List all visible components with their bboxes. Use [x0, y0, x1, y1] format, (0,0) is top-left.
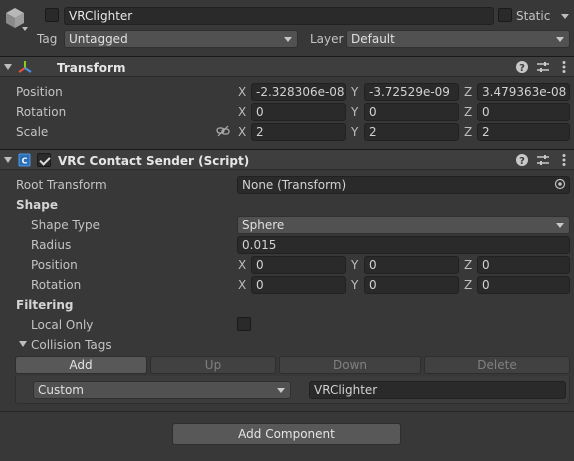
tag-type-dropdown[interactable]: Custom: [33, 381, 291, 399]
transform-rotation-label: Rotation: [16, 105, 67, 119]
link-icon[interactable]: [216, 125, 230, 137]
layer-dropdown[interactable]: Default: [346, 30, 570, 48]
shape-position-z[interactable]: 0: [477, 256, 570, 274]
axis-z-label[interactable]: Z: [464, 277, 472, 293]
shape-type-value: Sphere: [242, 218, 285, 232]
transform-icon: [18, 60, 32, 74]
shape-rotation-label: Rotation: [31, 278, 82, 292]
contact-sender-header[interactable]: C VRC Contact Sender (Script) ?: [0, 149, 574, 170]
tag-type-value: Custom: [38, 383, 84, 397]
transform-position-label: Position: [16, 85, 63, 99]
transform-scale-y[interactable]: 2: [364, 123, 459, 141]
preset-icon[interactable]: [536, 60, 550, 74]
move-down-button[interactable]: Down: [279, 356, 421, 374]
shape-rotation-z[interactable]: 0: [477, 276, 570, 294]
axis-y-label[interactable]: Y: [351, 104, 358, 120]
transform-rotation-x[interactable]: 0: [251, 103, 346, 121]
chevron-down-icon: [556, 37, 564, 42]
svg-text:?: ?: [519, 156, 525, 167]
script-icon: C: [18, 153, 32, 167]
shape-type-dropdown[interactable]: Sphere: [237, 216, 570, 234]
axis-y-label[interactable]: Y: [351, 84, 358, 100]
shape-section-header: Shape: [16, 198, 59, 212]
object-name-input[interactable]: VRClighter: [64, 7, 494, 25]
move-up-button[interactable]: Up: [150, 356, 276, 374]
axis-z-label[interactable]: Z: [464, 257, 472, 273]
foldout-arrow-icon[interactable]: [4, 157, 12, 163]
shape-position-x[interactable]: 0: [251, 256, 346, 274]
preset-icon[interactable]: [536, 153, 550, 167]
delete-tag-button[interactable]: Delete: [424, 356, 570, 374]
root-transform-field[interactable]: None (Transform): [237, 176, 570, 194]
local-only-label: Local Only: [31, 318, 94, 332]
filtering-section-header: Filtering: [16, 298, 74, 312]
contact-sender-title: VRC Contact Sender (Script): [58, 154, 250, 168]
tag-value: Untagged: [69, 32, 128, 46]
axis-y-label[interactable]: Y: [351, 277, 358, 293]
layer-value: Default: [351, 32, 395, 46]
shape-rotation-x[interactable]: 0: [251, 276, 346, 294]
transform-scale-x[interactable]: 2: [251, 123, 346, 141]
foldout-arrow-icon[interactable]: [4, 64, 12, 70]
shape-type-label: Shape Type: [31, 218, 100, 232]
axis-y-label[interactable]: Y: [351, 257, 358, 273]
axis-z-label[interactable]: Z: [464, 84, 472, 100]
axis-y-label[interactable]: Y: [351, 124, 358, 140]
radius-input[interactable]: 0.015: [237, 236, 570, 254]
axis-z-label[interactable]: Z: [464, 104, 472, 120]
axis-x-label[interactable]: X: [238, 84, 246, 100]
static-checkbox[interactable]: [498, 8, 512, 22]
transform-scale-label: Scale: [16, 125, 49, 139]
axis-x-label[interactable]: X: [238, 124, 246, 140]
axis-x-label[interactable]: X: [238, 104, 246, 120]
transform-title: Transform: [57, 61, 126, 75]
axis-x-label[interactable]: X: [238, 257, 246, 273]
more-menu-icon[interactable]: [557, 153, 571, 167]
more-menu-icon[interactable]: [557, 60, 571, 74]
chevron-down-icon: [277, 388, 285, 393]
transform-header[interactable]: Transform ?: [0, 56, 574, 77]
add-component-button[interactable]: Add Component: [172, 423, 401, 445]
svg-text:?: ?: [519, 63, 525, 74]
static-dropdown-arrow-icon[interactable]: [561, 14, 569, 19]
tag-value-input[interactable]: VRClighter: [309, 381, 566, 399]
root-transform-label: Root Transform: [16, 178, 107, 192]
shape-rotation-y[interactable]: 0: [364, 276, 459, 294]
component-divider: [0, 411, 574, 412]
local-only-checkbox[interactable]: [237, 317, 251, 331]
help-icon[interactable]: ?: [515, 60, 529, 74]
layer-label: Layer: [310, 32, 344, 46]
chevron-down-icon: [556, 223, 564, 228]
static-label: Static: [516, 9, 551, 23]
collision-tags-label[interactable]: Collision Tags: [31, 337, 112, 353]
tag-label: Tag: [37, 32, 58, 46]
transform-position-x[interactable]: -2.328306e-08: [251, 83, 346, 101]
transform-rotation-y[interactable]: 0: [364, 103, 459, 121]
object-picker-icon[interactable]: [554, 178, 566, 190]
icon-dropdown-arrow[interactable]: [22, 27, 28, 31]
radius-label: Radius: [31, 238, 72, 252]
transform-rotation-z[interactable]: 0: [477, 103, 570, 121]
shape-position-y[interactable]: 0: [364, 256, 459, 274]
help-icon[interactable]: ?: [515, 153, 529, 167]
shape-position-label: Position: [31, 258, 78, 272]
collision-tags-foldout-icon[interactable]: [19, 341, 27, 347]
add-tag-button[interactable]: Add: [15, 356, 147, 374]
axis-x-label[interactable]: X: [238, 277, 246, 293]
axis-z-label[interactable]: Z: [464, 124, 472, 140]
svg-text:C: C: [22, 157, 28, 166]
transform-position-z[interactable]: 3.479363e-08: [477, 83, 570, 101]
tag-dropdown[interactable]: Untagged: [64, 30, 298, 48]
component-enabled-checkbox[interactable]: [37, 153, 51, 167]
transform-scale-z[interactable]: 2: [477, 123, 570, 141]
active-checkbox[interactable]: [45, 8, 59, 22]
transform-position-y[interactable]: -3.72529e-09: [364, 83, 459, 101]
chevron-down-icon: [284, 37, 292, 42]
